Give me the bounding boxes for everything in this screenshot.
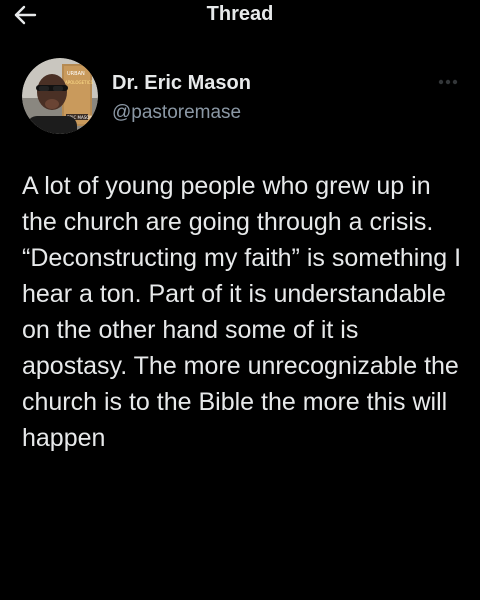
svg-text:URBAN: URBAN [67, 71, 85, 77]
avatar-image: URBAN APOLOGETICS ERIC MASON [22, 58, 98, 134]
tweet-text: A lot of young people who grew up in the… [22, 172, 462, 452]
top-bar: Thread [0, 0, 480, 30]
tweet-author: URBAN APOLOGETICS ERIC MASON Dr. Eric Ma… [22, 58, 462, 138]
more-options-button[interactable] [434, 74, 462, 90]
svg-text:APOLOGETICS: APOLOGETICS [65, 80, 94, 85]
author-name[interactable]: Dr. Eric Mason [112, 72, 251, 95]
avatar[interactable]: URBAN APOLOGETICS ERIC MASON [22, 58, 98, 134]
page-title: Thread [206, 3, 274, 25]
more-options-icon [438, 79, 458, 85]
author-handle[interactable]: @pastoremase [112, 102, 241, 124]
